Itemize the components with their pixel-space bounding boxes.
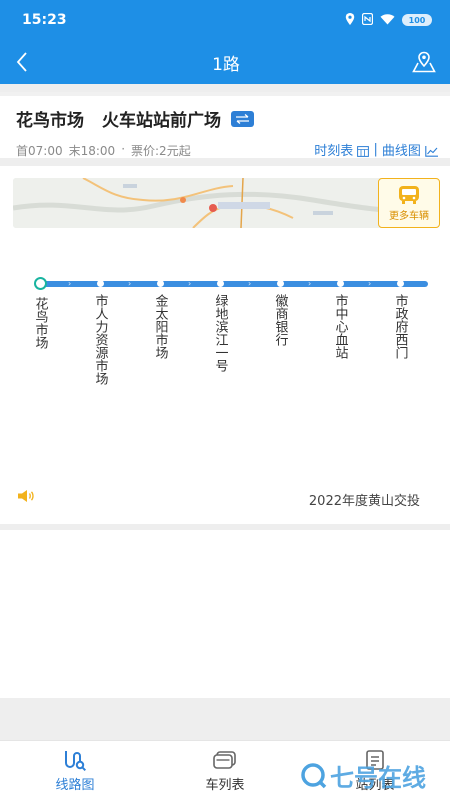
curve-chart-link[interactable]: 曲线图 [382, 140, 438, 159]
stop-dot-current [33, 277, 47, 290]
stop-label: 金太阳市场 [152, 294, 168, 359]
tab-label: 线路图 [55, 777, 95, 793]
route-meta: 首07:00 末18:00 · 票价:2元起 [16, 142, 191, 159]
chart-icon [425, 146, 438, 157]
route-title-row: 花鸟市场 火车站站前广场 [16, 106, 254, 131]
status-bar: 15:23 100 [0, 0, 450, 40]
stop-item[interactable]: 徽商银行 [272, 277, 288, 346]
stop-label: 市政府西门 [392, 294, 408, 359]
watermark-text: 七号在线 [330, 764, 426, 792]
timetable-icon [357, 146, 370, 157]
stop-label: 绿地滨江一号 [212, 294, 228, 372]
swap-direction-button[interactable] [231, 110, 254, 127]
stop-label: 花鸟市场 [32, 297, 48, 349]
back-button[interactable] [16, 47, 46, 77]
timetable-label: 时刻表 [314, 144, 354, 159]
route-info-card: 花鸟市场 火车站站前广场 首07:00 末18:00 · 票价:2元起 时刻表 … [0, 92, 450, 159]
status-time: 15:23 [22, 12, 67, 28]
destination-stop: 火车站站前广场 [102, 111, 221, 131]
timetable-link[interactable]: 时刻表 [314, 140, 370, 159]
stop-dot [276, 280, 284, 287]
stop-item[interactable]: 金太阳市场 [152, 277, 168, 359]
last-bus-time: 末18:00 [68, 144, 116, 158]
map-pin-icon [412, 51, 436, 73]
route-links: 时刻表 | 曲线图 [314, 140, 438, 159]
map-button[interactable] [406, 47, 436, 77]
operator-note: 2022年度黄山交投 [308, 494, 420, 509]
status-icons: 100 [345, 12, 432, 28]
tab-line-map[interactable]: 线路图 [0, 741, 150, 800]
wifi-icon [380, 13, 395, 28]
direction-arrow: › [68, 279, 72, 288]
stop-dot [216, 280, 224, 287]
content-area [0, 530, 450, 698]
stop-label: 徽商银行 [272, 294, 288, 346]
fare-text: 票价:2元起 [131, 144, 191, 158]
speaker-icon[interactable] [17, 488, 35, 507]
stop-item[interactable]: 市人力资源市场 [92, 277, 108, 385]
direction-arrow: › [248, 279, 252, 288]
meta-dot: · [121, 142, 126, 156]
direction-arrow: › [368, 279, 372, 288]
battery-icon: 100 [402, 14, 432, 26]
page-title: 1路 [212, 54, 240, 75]
stop-item[interactable]: 花鸟市场 [32, 277, 48, 349]
stop-dot [336, 280, 344, 287]
direction-arrow: › [188, 279, 192, 288]
swap-icon [236, 113, 249, 124]
route-line: › › › › › › 花鸟市场 市人力资源市场 金太阳市场 绿地滨江一号 徽商… [0, 166, 450, 466]
stop-item[interactable]: 市政府西门 [392, 277, 408, 359]
first-bus-time: 首07:00 [16, 144, 63, 158]
tab-bus-list[interactable]: 车列表 [150, 741, 300, 800]
watermark-logo-icon [301, 762, 327, 788]
back-arrow-icon [16, 52, 27, 72]
stop-dot [96, 280, 104, 287]
direction-arrow: › [128, 279, 132, 288]
stop-item[interactable]: 绿地滨江一号 [212, 277, 228, 372]
stop-dot [396, 280, 404, 287]
watermark: 七号在线 [300, 758, 426, 793]
route-icon [65, 750, 87, 771]
line-diagram-card: 更多车辆 › › › › › › 花鸟市场 市人力资源市场 金太阳市场 绿地滨江… [0, 166, 450, 524]
location-icon [345, 12, 355, 28]
stop-item[interactable]: 市中心血站 [332, 277, 348, 359]
bus-list-icon [213, 750, 236, 769]
stop-dot [156, 280, 164, 287]
nfc-icon [361, 12, 374, 28]
origin-stop: 花鸟市场 [16, 111, 84, 131]
stop-label: 市中心血站 [332, 294, 348, 359]
tab-label: 车列表 [205, 777, 245, 793]
curve-chart-label: 曲线图 [381, 144, 421, 159]
direction-arrow: › [308, 279, 312, 288]
links-separator: | [373, 142, 378, 157]
app-bar: 1路 [0, 40, 450, 84]
stop-label: 市人力资源市场 [92, 294, 108, 385]
header: 15:23 100 1路 [0, 0, 450, 84]
